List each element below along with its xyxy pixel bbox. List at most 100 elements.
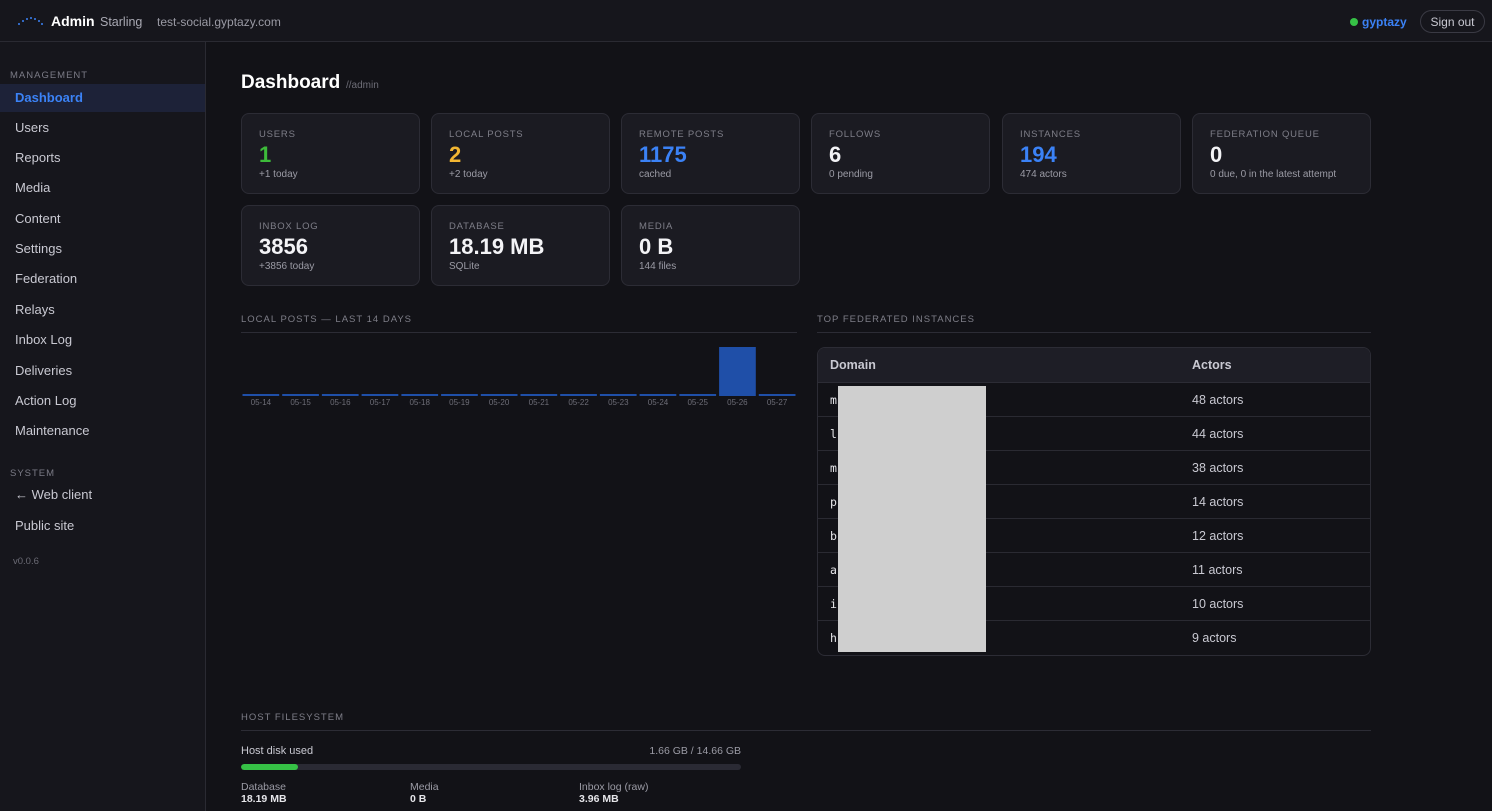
stat-sub: cached (639, 169, 672, 180)
stat-card-media: MEDIA 0 B 144 files (621, 205, 800, 286)
fs-item-name: Media (410, 781, 439, 793)
stat-sub: 0 due, 0 in the latest attempt (1210, 169, 1337, 180)
stat-card-inbox-log: INBOX LOG 3856 +3856 today (241, 205, 420, 286)
current-user-link[interactable]: gyptazy (1362, 15, 1407, 29)
instance-host: test-social.gyptazy.com (157, 15, 281, 29)
sidebar-item-users[interactable]: Users (0, 114, 205, 142)
sidebar-item-web-client[interactable]: ← Web client (0, 481, 205, 509)
disk-usage-value: 1.66 GB / 14.66 GB (649, 745, 741, 757)
sidebar-item-settings[interactable]: Settings (0, 235, 205, 263)
page-path: //admin (346, 80, 379, 91)
instance-domain[interactable]: h (830, 631, 837, 645)
column-header-actors[interactable]: Actors (1192, 358, 1232, 372)
instances-divider (817, 332, 1371, 333)
sidebar-item-relays[interactable]: Relays (0, 296, 205, 324)
stat-label: DATABASE (449, 221, 505, 232)
stat-value: 0 B (639, 234, 674, 259)
instance-domain[interactable]: i (830, 597, 837, 611)
chart-divider (241, 332, 797, 333)
top-bar: Admin Starling test-social.gyptazy.com g… (0, 0, 1492, 42)
stat-card-follows: FOLLOWS 6 0 pending (811, 113, 990, 194)
online-status-icon (1350, 18, 1358, 26)
sidebar-item-dashboard[interactable]: Dashboard (0, 84, 205, 112)
sidebar-item-maintenance[interactable]: Maintenance (0, 417, 205, 445)
stat-value: 1175 (639, 142, 687, 167)
chart-tick-label: 05-18 (409, 398, 430, 407)
sidebar-item-action-log[interactable]: Action Log (0, 387, 205, 415)
stat-sub: 0 pending (829, 169, 873, 180)
stat-value: 0 (1210, 142, 1223, 167)
stat-value: 6 (829, 142, 842, 167)
chart-bar-05-17 (361, 394, 399, 396)
filesystem-divider (241, 730, 1371, 731)
chart-tick-label: 05-24 (648, 398, 669, 407)
fs-item-database: Database 18.19 MB (241, 781, 287, 806)
fs-item-name: Inbox log (raw) (579, 781, 649, 793)
stat-label: FEDERATION QUEUE (1210, 129, 1320, 140)
management-section-label: MANAGEMENT (10, 70, 89, 81)
chart-tick-label: 05-22 (568, 398, 589, 407)
chart-tick-label: 05-20 (489, 398, 510, 407)
stat-label: INSTANCES (1020, 129, 1081, 140)
stat-label: REMOTE POSTS (639, 129, 725, 140)
stat-value: 2 (449, 142, 462, 167)
sidebar-item-media[interactable]: Media (0, 174, 205, 202)
instance-domain[interactable]: p (830, 495, 837, 509)
chart-tick-label: 05-25 (687, 398, 708, 407)
chart-tick-label: 05-15 (290, 398, 311, 407)
stat-value: 18.19 MB (449, 234, 545, 259)
instance-actors: 38 actors (1192, 461, 1244, 475)
stat-label: MEDIA (639, 221, 674, 232)
stat-value: 3856 (259, 234, 308, 259)
instance-actors: 48 actors (1192, 393, 1244, 407)
instance-domain[interactable]: l (830, 427, 837, 441)
sign-out-button[interactable]: Sign out (1420, 10, 1485, 33)
chart-bar-05-19 (441, 394, 478, 396)
instance-domain[interactable]: b (830, 529, 837, 543)
instance-domain[interactable]: m (830, 393, 837, 407)
redaction-overlay (838, 386, 986, 652)
chart-bar-05-22 (560, 394, 597, 396)
instance-actors: 10 actors (1192, 597, 1244, 611)
sidebar-item-inbox-log[interactable]: Inbox Log (0, 326, 205, 354)
instance-actors: 11 actors (1192, 563, 1243, 577)
stat-value: 194 (1020, 142, 1057, 167)
column-header-domain[interactable]: Domain (830, 358, 876, 372)
sidebar: MANAGEMENT Dashboard Users Reports Media… (0, 42, 206, 811)
instance-actors: 14 actors (1192, 495, 1244, 509)
local-posts-chart: 05-14 05-15 05-16 05-17 05-18 05-19 05-20 05-21… (242, 347, 796, 407)
stat-card-remote-posts: REMOTE POSTS 1175 cached (621, 113, 800, 194)
sidebar-item-content[interactable]: Content (0, 205, 205, 233)
sidebar-item-public-site[interactable]: Public site (0, 512, 205, 540)
instance-domain[interactable]: m (830, 461, 837, 475)
stat-sub: SQLite (449, 261, 480, 272)
stat-sub: +1 today (259, 169, 298, 180)
stat-card-federation-queue: FEDERATION QUEUE 0 0 due, 0 in the lates… (1192, 113, 1371, 194)
disk-usage-label: Host disk used (241, 745, 314, 757)
fs-item-name: Database (241, 781, 286, 793)
disk-usage-fill (241, 764, 298, 770)
stat-sub: 474 actors (1020, 169, 1067, 180)
chart-bar-05-20 (480, 394, 518, 396)
stat-label: USERS (259, 129, 296, 140)
fs-item-value: 0 B (410, 793, 427, 805)
disk-usage-bar (241, 764, 741, 770)
chart-bar-05-16 (321, 394, 359, 396)
instance-domain[interactable]: a (830, 563, 837, 577)
chart-bar-05-26 (719, 347, 756, 396)
instance-actors: 9 actors (1192, 631, 1237, 645)
chart-bar-05-23 (599, 394, 637, 396)
table-header: Domain Actors (818, 348, 1370, 383)
chart-title: LOCAL POSTS — LAST 14 DAYS (241, 314, 413, 325)
sidebar-item-deliveries[interactable]: Deliveries (0, 357, 205, 385)
sidebar-item-federation[interactable]: Federation (0, 265, 205, 293)
stat-sub: +3856 today (259, 261, 315, 272)
stat-sub: 144 files (639, 261, 677, 272)
chart-bar-05-27 (758, 394, 796, 396)
chart-bar-05-24 (639, 394, 677, 396)
sidebar-item-reports[interactable]: Reports (0, 144, 205, 172)
chart-bar-05-15 (282, 394, 319, 396)
instance-actors: 44 actors (1192, 427, 1244, 441)
stat-value: 1 (259, 142, 272, 167)
app-title: Admin (51, 13, 95, 29)
